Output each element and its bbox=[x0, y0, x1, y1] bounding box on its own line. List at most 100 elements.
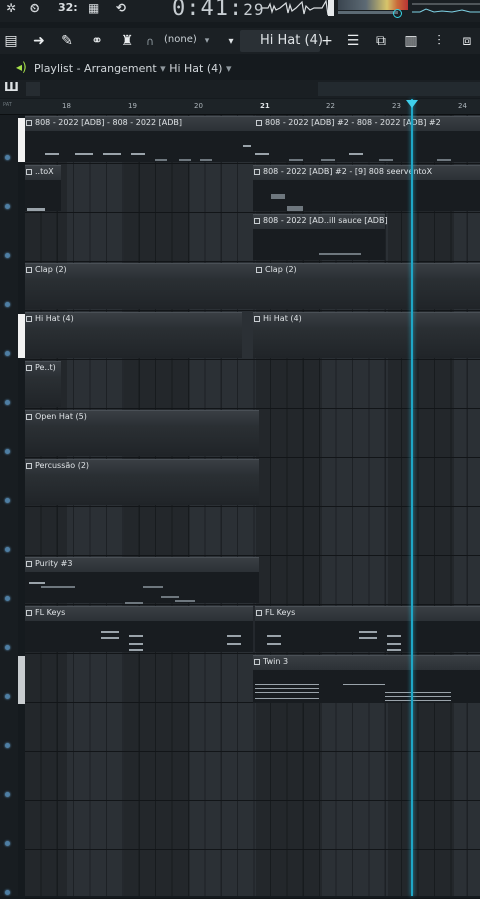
piano-roll-icon[interactable]: ⧉ bbox=[370, 31, 392, 51]
overview-square-icon[interactable] bbox=[26, 82, 40, 96]
track-mute-led[interactable] bbox=[5, 694, 10, 699]
track-mute-led[interactable] bbox=[5, 155, 10, 160]
note bbox=[349, 153, 363, 155]
pattern-clip[interactable]: 808 - 2022 [ADB] - 808 - 2022 [ADB] bbox=[25, 116, 255, 162]
track-mute-led[interactable] bbox=[5, 351, 10, 356]
note bbox=[255, 692, 319, 693]
magnet-icon[interactable]: ∩ bbox=[142, 31, 158, 51]
clip-label: Pe..t) bbox=[35, 363, 56, 372]
tempo-display[interactable]: 32: bbox=[58, 1, 78, 19]
pattern-menu-chevron-icon[interactable]: ▾ bbox=[224, 31, 238, 51]
note bbox=[387, 643, 401, 645]
link-icon[interactable]: ⚭ bbox=[86, 31, 108, 51]
note bbox=[267, 635, 281, 637]
pattern-clip[interactable]: Hi Hat (4) bbox=[25, 312, 242, 358]
bar-number: 24 bbox=[458, 102, 467, 110]
playhead-marker-icon[interactable] bbox=[406, 100, 418, 108]
wait-record-icon[interactable]: ⏲ bbox=[30, 1, 39, 19]
horizontal-scrollbar[interactable] bbox=[318, 82, 480, 96]
piano-keys-icon[interactable]: ▤ bbox=[0, 31, 22, 51]
note bbox=[129, 643, 143, 645]
speaker-icon[interactable]: ◂) bbox=[16, 60, 27, 74]
track-mute-led[interactable] bbox=[5, 302, 10, 307]
track-mute-led[interactable] bbox=[5, 645, 10, 650]
pattern-clip[interactable]: 808 - 2022 [ADB] #2 - 808 - 2022 [ADB] #… bbox=[255, 116, 480, 162]
track-mute-led[interactable] bbox=[5, 792, 10, 797]
arrow-tool-icon[interactable]: ➜ bbox=[28, 31, 50, 51]
window-title[interactable]: Playlist - Arrangement ▾ Hi Hat (4) ▾ bbox=[34, 62, 231, 75]
title-pattern: Hi Hat (4) bbox=[169, 62, 223, 75]
track-mute-led[interactable] bbox=[5, 547, 10, 552]
pattern-clip[interactable]: ..toX bbox=[25, 165, 61, 211]
pattern-clip[interactable]: Purity #3 bbox=[25, 557, 259, 604]
track-mute-led[interactable] bbox=[5, 400, 10, 405]
clip-label: 808 - 2022 [AD..ill sauce [ADB] bbox=[263, 216, 388, 225]
snap-selector[interactable]: (none) bbox=[164, 34, 197, 45]
note bbox=[129, 635, 143, 637]
note bbox=[227, 643, 241, 645]
track-mute-led[interactable] bbox=[5, 596, 10, 601]
pattern-clip[interactable]: Open Hat (5) bbox=[25, 410, 259, 456]
note bbox=[385, 700, 451, 701]
track-mute-led[interactable] bbox=[5, 890, 10, 895]
bar-number: 23 bbox=[392, 102, 401, 110]
pattern-clip[interactable]: Percussão (2) bbox=[25, 459, 259, 505]
pattern-clip[interactable]: 808 - 2022 [AD..ill sauce [ADB] bbox=[253, 214, 388, 260]
pattern-clip[interactable]: Hi Hat (4) bbox=[253, 312, 480, 358]
oscilloscope-display bbox=[412, 3, 480, 13]
note bbox=[359, 631, 377, 633]
pencil-tool-icon[interactable]: ✎ bbox=[56, 31, 78, 51]
metronome-icon[interactable]: ✲ bbox=[6, 1, 16, 19]
note bbox=[143, 586, 163, 588]
title-pattern-chevron: ▾ bbox=[225, 62, 232, 75]
stamp-icon[interactable]: ♜ bbox=[116, 31, 138, 51]
track-mute-led[interactable] bbox=[5, 841, 10, 846]
snap-chevron-down-icon[interactable]: ▾ bbox=[200, 31, 214, 51]
note bbox=[359, 637, 377, 639]
note bbox=[175, 600, 195, 602]
playhead-line[interactable] bbox=[411, 99, 413, 896]
clip-label: 808 - 2022 [ADB] #2 - [9] 808 seerventoX bbox=[263, 167, 433, 176]
note bbox=[75, 153, 93, 155]
clip-label: 808 - 2022 [ADB] - 808 - 2022 [ADB] bbox=[35, 118, 182, 127]
pattern-selector[interactable]: Hi Hat (4) bbox=[260, 33, 323, 48]
clip-body bbox=[25, 425, 259, 456]
mixer-icon[interactable]: ⫶ bbox=[428, 31, 450, 51]
pattern-clip[interactable]: 808 - 2022 [ADB] #2 - [9] 808 seerventoX bbox=[253, 165, 480, 211]
note bbox=[41, 586, 75, 588]
note bbox=[45, 153, 59, 155]
track-mute-led[interactable] bbox=[5, 743, 10, 748]
track-mute-led[interactable] bbox=[5, 204, 10, 209]
track-selection-marker[interactable] bbox=[18, 314, 25, 358]
pattern-clip[interactable]: Clap (2) bbox=[255, 263, 480, 309]
song-position-clock[interactable]: 0:41:29 bbox=[172, 0, 265, 21]
waveform-monitor bbox=[262, 0, 334, 16]
clip-icon bbox=[254, 218, 260, 224]
clip-icon bbox=[256, 120, 262, 126]
playlist-view-icon[interactable]: ☰ bbox=[342, 31, 364, 51]
title-chevron: ▾ bbox=[160, 62, 166, 75]
track-mute-led[interactable] bbox=[5, 253, 10, 258]
channel-rack-icon[interactable]: ▥ bbox=[400, 31, 422, 51]
meter-knob-icon[interactable] bbox=[393, 9, 402, 18]
pattern-clip[interactable]: Twin 3 bbox=[253, 655, 480, 703]
tool-shortcut-icon[interactable]: Ш bbox=[4, 80, 19, 94]
track-selection-marker[interactable] bbox=[18, 118, 25, 162]
track-mute-led[interactable] bbox=[5, 498, 10, 503]
pattern-clip[interactable]: FL Keys bbox=[255, 606, 480, 652]
loop-record-icon[interactable]: ⟲ bbox=[116, 1, 126, 19]
pattern-clip[interactable]: FL Keys bbox=[25, 606, 253, 652]
add-pattern-button[interactable]: + bbox=[320, 31, 334, 51]
step-edit-icon[interactable]: ▦ bbox=[88, 1, 99, 19]
playlist-toolbar: ▤ ➜ ✎ ⚭ ♜ ∩ (none) ▾ ▾ Hi Hat (4) + ☰ ⧉ … bbox=[0, 28, 480, 54]
clip-icon bbox=[26, 169, 32, 175]
track-mute-led[interactable] bbox=[5, 449, 10, 454]
clip-body bbox=[255, 131, 480, 162]
pattern-clip[interactable]: Clap (2) bbox=[25, 263, 255, 309]
pattern-clip[interactable]: Pe..t) bbox=[25, 361, 61, 407]
clip-icon bbox=[26, 316, 32, 322]
master-volume-bar[interactable] bbox=[338, 11, 398, 14]
note bbox=[289, 159, 303, 161]
track-selection-marker[interactable] bbox=[18, 656, 25, 704]
browser-icon[interactable]: ⧈ bbox=[456, 31, 478, 51]
